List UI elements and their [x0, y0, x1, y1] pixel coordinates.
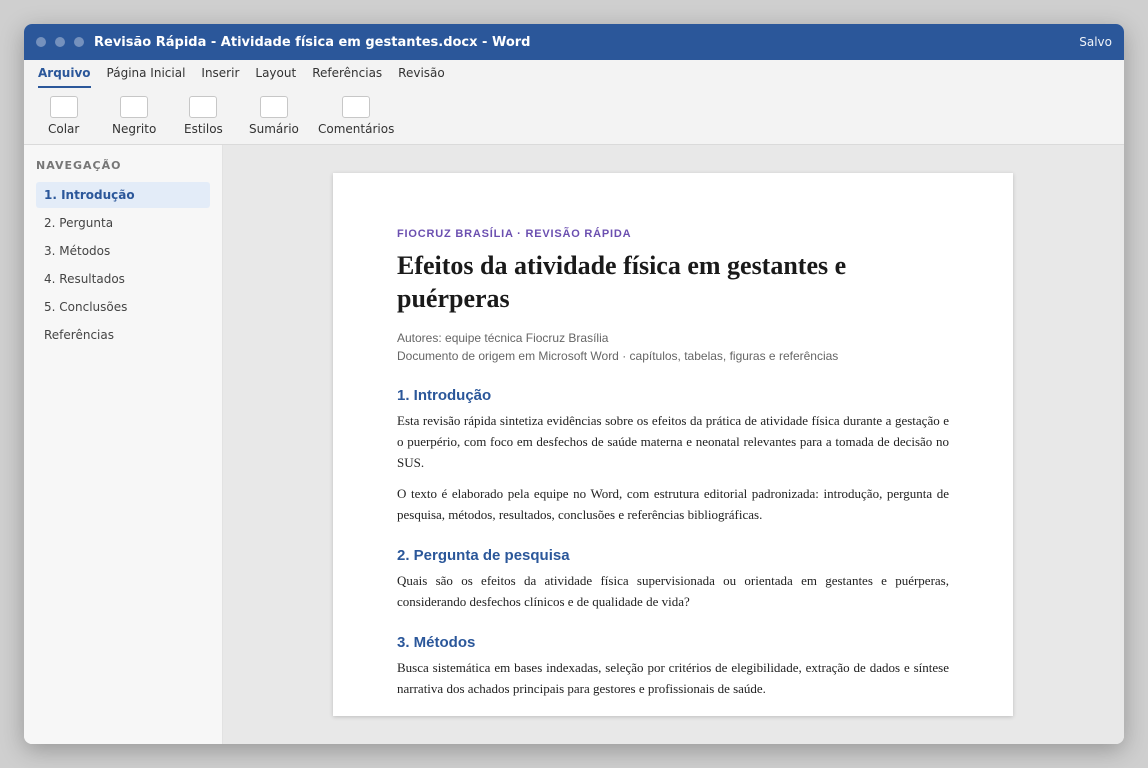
nav-item-resultados[interactable]: 4. Resultados — [36, 266, 210, 292]
section-heading-introducao: 1. Introdução — [397, 387, 492, 404]
comments-button[interactable]: Comentários — [318, 96, 394, 136]
paste-button[interactable]: Colar — [48, 96, 79, 136]
tab-referencias[interactable]: Referências — [312, 60, 390, 88]
navigation-heading: NAVEGAÇÃO — [36, 159, 122, 172]
nav-item-pergunta[interactable]: 2. Pergunta — [36, 210, 210, 236]
maximize-window-button[interactable] — [74, 37, 84, 47]
document-page[interactable]: FIOCRUZ BRASÍLIA · REVISÃO RÁPIDA Efeito… — [333, 173, 1013, 716]
toc-button[interactable]: Sumário — [249, 96, 299, 136]
document-kicker: FIOCRUZ BRASÍLIA · REVISÃO RÁPIDA — [397, 228, 632, 240]
toc-label: Sumário — [249, 122, 299, 136]
nav-item-metodos[interactable]: 3. Métodos — [36, 238, 210, 264]
title-bar: Revisão Rápida - Atividade física em ges… — [24, 24, 1124, 60]
close-window-button[interactable] — [36, 37, 46, 47]
document-canvas: FIOCRUZ BRASÍLIA · REVISÃO RÁPIDA Efeito… — [223, 145, 1124, 744]
ribbon: Arquivo Página Inicial Inserir Layout Re… — [24, 60, 1124, 145]
bold-button[interactable]: Negrito — [112, 96, 156, 136]
bold-icon — [120, 96, 149, 118]
ribbon-tabs: Arquivo Página Inicial Inserir Layout Re… — [24, 60, 1124, 88]
tab-pagina-inicial[interactable]: Página Inicial — [107, 60, 194, 88]
comments-icon — [342, 96, 371, 118]
window-title: Revisão Rápida - Atividade física em ges… — [94, 34, 531, 50]
section-paragraph: O texto é elaborado pela equipe no Word,… — [397, 486, 949, 522]
section-paragraph: Busca sistemática em bases indexadas, se… — [397, 660, 949, 696]
document-origin: Documento de origem em Microsoft Word · … — [397, 349, 839, 363]
tab-layout[interactable]: Layout — [255, 60, 304, 88]
tab-revisao[interactable]: Revisão — [398, 60, 453, 88]
paste-icon — [49, 96, 78, 118]
section-paragraph: Quais são os efeitos da atividade física… — [397, 573, 949, 609]
comments-label: Comentários — [318, 122, 395, 136]
navigation-pane: NAVEGAÇÃO 1. Introdução 2. Pergunta 3. M… — [24, 145, 223, 744]
document-authors: Autores: equipe técnica Fiocruz Brasília — [397, 331, 609, 345]
nav-item-conclusoes[interactable]: 5. Conclusões — [36, 294, 210, 320]
bold-label: Negrito — [112, 122, 157, 136]
document-title: Efeitos da atividade física em gestantes… — [397, 251, 847, 313]
styles-button[interactable]: Estilos — [184, 96, 223, 136]
section-heading-metodos: 3. Métodos — [397, 634, 476, 651]
nav-item-introducao[interactable]: 1. Introdução — [36, 182, 210, 208]
minimize-window-button[interactable] — [55, 37, 65, 47]
ribbon-tools: Colar Negrito Estilos Sumário Comentário… — [24, 96, 1124, 142]
section-heading-pergunta: 2. Pergunta de pesquisa — [397, 547, 570, 564]
nav-item-referencias[interactable]: Referências — [36, 322, 210, 348]
tab-inserir[interactable]: Inserir — [201, 60, 247, 88]
section-paragraph: Esta revisão rápida sintetiza evidências… — [397, 413, 949, 470]
toc-icon — [259, 96, 288, 118]
tab-arquivo[interactable]: Arquivo — [38, 60, 99, 88]
save-status: Salvo — [1079, 35, 1112, 49]
word-window: Revisão Rápida - Atividade física em ges… — [24, 24, 1124, 744]
styles-icon — [189, 96, 218, 118]
content-area: NAVEGAÇÃO 1. Introdução 2. Pergunta 3. M… — [24, 145, 1124, 744]
paste-label: Colar — [48, 122, 80, 136]
styles-label: Estilos — [184, 122, 223, 136]
